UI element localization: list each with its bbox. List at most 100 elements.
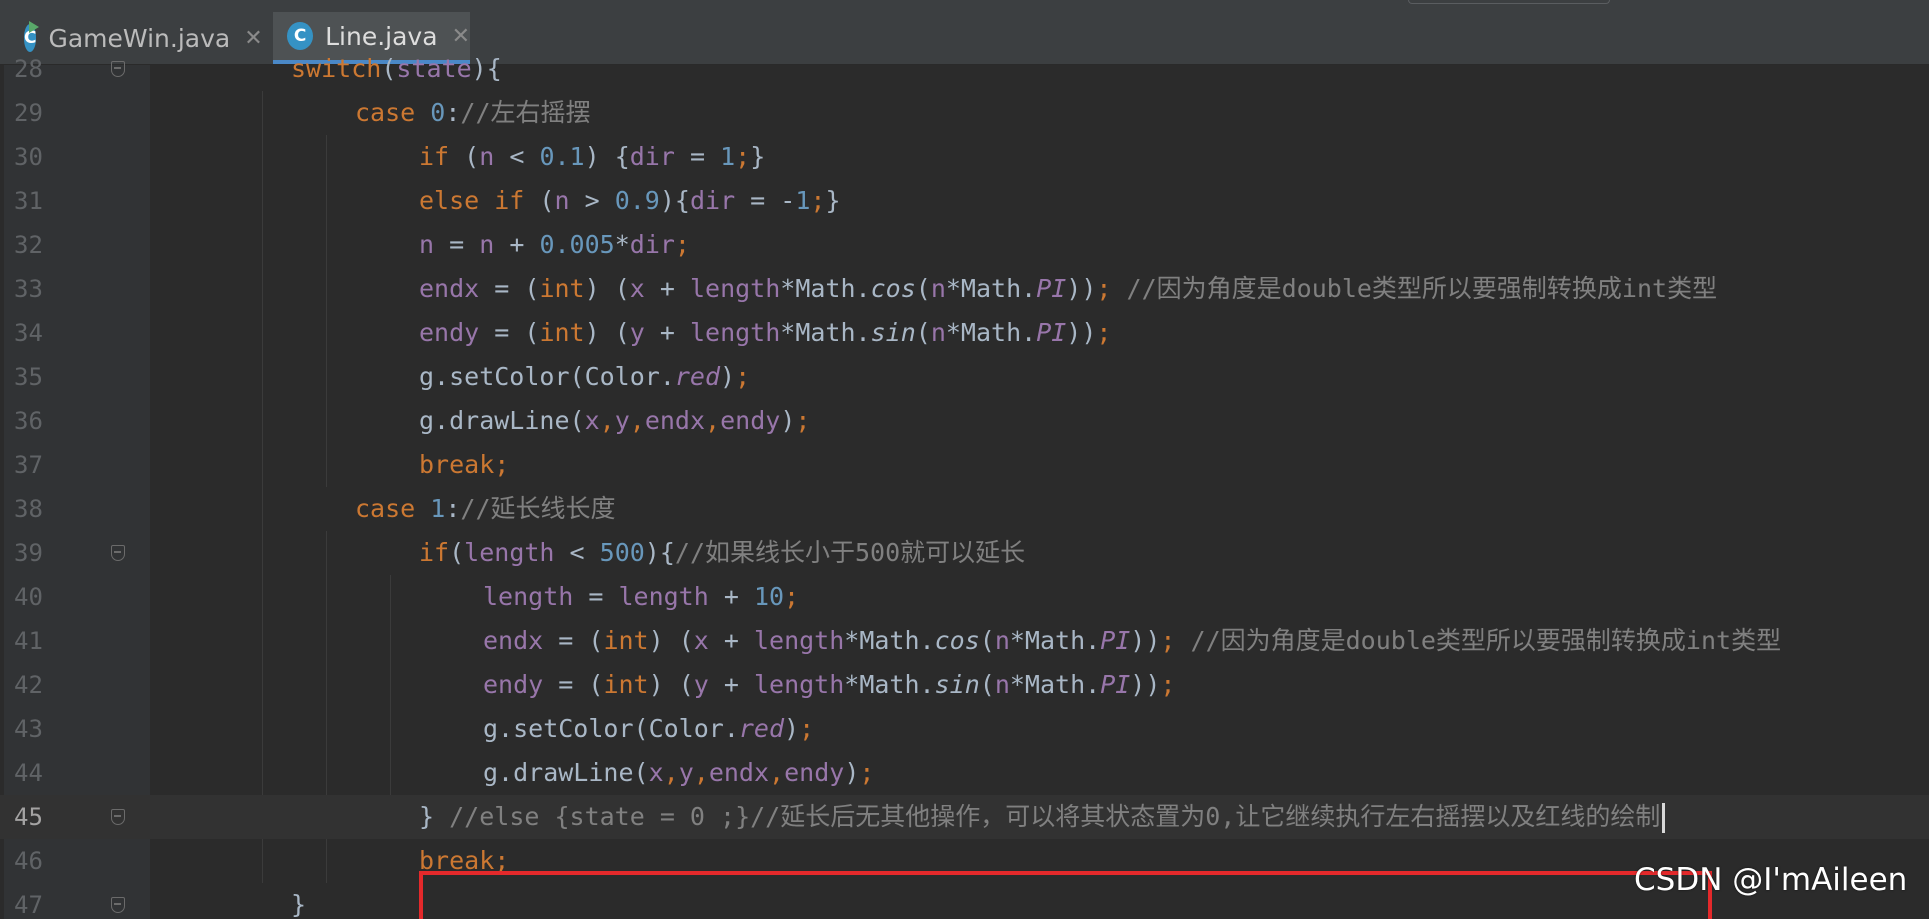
code-token: break; [419,846,510,875]
code-line[interactable]: 35 g.setColor(Color.red); [0,355,1929,399]
code-token: if [419,142,465,171]
close-icon[interactable]: ✕ [452,24,470,49]
code-token: = ( [543,626,604,655]
fold-marker-icon[interactable] [111,545,125,561]
code-token: length [689,274,781,303]
code-text: switch(state){ [291,47,502,91]
code-token: PI [1036,274,1067,303]
code-text: endx = (int) (x + length*Math.cos(n*Math… [483,619,1781,663]
code-text: endx = (int) (x + length*Math.cos(n*Math… [419,267,1717,311]
code-text: g.drawLine(x,y,endx,endy); [483,751,874,795]
code-text: case 1://延长线长度 [355,487,616,531]
code-line[interactable]: 43 g.setColor(Color.red); [0,707,1929,751]
code-token: ; [735,362,751,391]
code-token: ( [915,274,931,303]
code-token: = ( [543,670,604,699]
code-token: length [753,626,845,655]
code-token: ; [1160,626,1191,655]
code-token: n [930,274,946,303]
code-line[interactable]: 36 g.drawLine(x,y,endx,endy); [0,399,1929,443]
code-token: y [678,758,694,787]
code-token: n [554,186,570,215]
code-token: ; [1096,274,1127,303]
code-token: *Math. [1009,670,1101,699]
code-token: = [573,582,619,611]
code-token: *Math. [844,670,935,699]
code-token: case [355,494,431,523]
code-token: length [753,670,845,699]
code-token: 0.1 [539,142,585,171]
code-token: *Math. [844,626,935,655]
code-token: ( [449,538,465,567]
line-number: 40 [14,583,43,611]
code-token: //左右摇摆 [460,98,591,127]
code-token: *Math. [1009,626,1101,655]
code-line[interactable]: 33 endx = (int) (x + length*Math.cos(n*Ma… [0,267,1929,311]
code-token: ( [381,54,397,83]
line-number: 44 [14,759,43,787]
code-token: : [445,494,461,523]
code-line[interactable]: 44 g.drawLine(x,y,endx,endy); [0,751,1929,795]
code-token: sin [870,318,916,347]
code-line[interactable]: 39 if(length < 500){//如果线长小于500就可以延长 [0,531,1929,575]
code-token: x [648,758,664,787]
code-line[interactable]: 40 length = length + 10; [0,575,1929,619]
code-line[interactable]: 32 n = n + 0.005*dir; [0,223,1929,267]
code-line[interactable]: 31 else if (n > 0.9){dir = -1;} [0,179,1929,223]
code-line[interactable]: 34 endy = (int) (y + length*Math.sin(n*Ma… [0,311,1929,355]
code-token: endx [708,758,770,787]
code-text: case 0://左右摇摆 [355,91,591,135]
code-token: dir [629,230,675,259]
code-token: , [693,758,709,787]
code-line[interactable]: 30 if (n < 0.1) {dir = 1;} [0,135,1929,179]
code-token: n [994,670,1010,699]
code-token: //延长线长度 [460,494,616,523]
code-token: 1 [795,186,811,215]
code-token: n [419,230,435,259]
code-token: //else {state = 0 ;}//延长后无其他操作，可以将其状态置为0… [449,802,1661,831]
code-token: length [483,582,574,611]
code-token: endx [419,274,480,303]
line-number: 32 [14,231,43,259]
code-token: if [419,538,450,567]
code-token: x [584,406,600,435]
code-token: //因为角度是double类型所以要强制转换成int类型 [1126,274,1718,303]
code-token: n [930,318,946,347]
code-token: 10 [753,582,785,611]
code-line[interactable]: 45} //else {state = 0 ;}//延长后无其他操作，可以将其状… [0,795,1929,839]
code-token: < [494,142,540,171]
code-token: endx [483,626,544,655]
code-text: endy = (int) (y + length*Math.sin(n*Math… [419,311,1111,355]
code-line[interactable]: 37 break; [0,443,1929,487]
code-token: = - [735,186,796,215]
code-line[interactable]: 29 case 0://左右摇摆 [0,91,1929,135]
code-token: ) [780,406,796,435]
java-class-icon: C [287,22,314,50]
code-line[interactable]: 38 case 1://延长线长度 [0,487,1929,531]
code-token: ) ( [648,626,694,655]
line-number: 37 [14,451,43,479]
code-token: )) [1130,670,1161,699]
code-token: ) [720,362,736,391]
fold-marker-icon[interactable] [111,61,125,77]
code-token: 1 [430,494,446,523]
code-token: ; [859,758,875,787]
fold-marker-icon[interactable] [111,809,125,825]
code-token: int [603,626,649,655]
code-token: g.setColor(Color. [483,714,739,743]
code-text: break; [419,839,509,883]
code-line[interactable]: 28 switch(state){ [0,47,1929,91]
code-token: PI [1100,670,1131,699]
fold-marker-icon[interactable] [111,897,125,913]
code-token: red [674,362,721,391]
code-token: } [750,142,766,171]
code-token: int [539,274,585,303]
code-editor[interactable]: 28 switch(state){29 case 0://左右摇摆 30 if (n <… [0,54,1929,919]
code-token: + [644,274,690,303]
code-token: )) [1066,274,1097,303]
code-token: endx [644,406,706,435]
code-line[interactable]: 41 endx = (int) (x + length*Math.cos(n*Ma… [0,619,1929,663]
code-token: ( [979,670,995,699]
code-token: n [994,626,1010,655]
code-line[interactable]: 42 endy = (int) (y + length*Math.sin(n*Ma… [0,663,1929,707]
